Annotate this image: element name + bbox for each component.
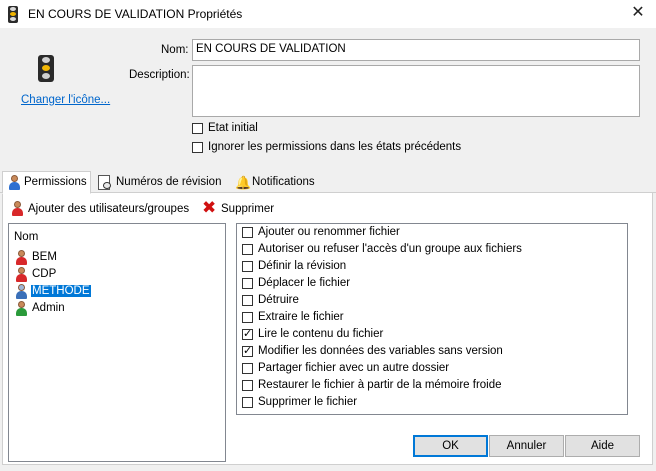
user-name: BEM (32, 251, 57, 263)
add-users-groups-label: Ajouter des utilisateurs/groupes (28, 203, 190, 215)
permission-label: Modifier les données des variables sans … (258, 345, 503, 357)
permission-checkbox[interactable] (242, 380, 253, 391)
remove-label: Supprimer (221, 203, 275, 215)
tab-notifications-label: Notifications (252, 176, 315, 188)
list-item-user[interactable]: BEM (14, 249, 114, 266)
permission-item[interactable]: Déplacer le fichier (240, 275, 620, 292)
permission-label: Autoriser ou refuser l'accès d'un groupe… (258, 243, 522, 255)
permission-checkbox[interactable] (242, 363, 253, 374)
window-title: EN COURS DE VALIDATION Propriétés (28, 7, 243, 21)
tab-notifications[interactable]: 🔔 Notifications (231, 172, 323, 193)
group-icon (14, 267, 29, 282)
permission-item[interactable]: Restaurer le fichier à partir de la mémo… (240, 377, 620, 394)
tab-permissions[interactable]: Permissions (2, 171, 91, 194)
permission-checkbox[interactable] (242, 397, 253, 408)
description-input[interactable] (192, 65, 640, 117)
tab-revision-numbers-label: Numéros de révision (116, 176, 222, 188)
add-user-icon (10, 201, 25, 216)
permission-item[interactable]: Extraire le fichier (240, 309, 620, 326)
permission-checkbox[interactable] (242, 261, 253, 272)
help-button[interactable]: Aide (565, 435, 640, 457)
ok-button[interactable]: OK (413, 435, 488, 457)
initial-state-checkbox[interactable] (192, 123, 203, 134)
state-traffic-light-icon (38, 55, 54, 82)
permission-label: Définir la révision (258, 260, 347, 272)
permission-label: Extraire le fichier (258, 311, 344, 323)
permission-checkbox[interactable] (242, 278, 253, 289)
ignore-permissions-label: Ignorer les permissions dans les états p… (208, 141, 462, 153)
permission-checkbox[interactable] (242, 344, 253, 357)
name-label: Nom: (161, 44, 189, 56)
permission-label: Détruire (258, 294, 299, 306)
tab-revision-numbers[interactable]: Numéros de révision (94, 172, 228, 193)
description-label: Description: (129, 69, 190, 81)
remove-button[interactable]: ✖ Supprimer (202, 198, 275, 218)
permission-item[interactable]: Supprimer le fichier (240, 394, 620, 411)
permission-label: Lire le contenu du fichier (258, 328, 384, 340)
permission-item[interactable]: Modifier les données des variables sans … (240, 343, 620, 360)
list-item-user-selected[interactable]: METHODE (14, 283, 114, 300)
permission-item[interactable]: Définir la révision (240, 258, 620, 275)
permission-item[interactable]: Lire le contenu du fichier (240, 326, 620, 343)
user-name: CDP (32, 268, 57, 280)
permission-item[interactable]: Partager fichier avec un autre dossier (240, 360, 620, 377)
permission-item[interactable]: Ajouter ou renommer fichier (240, 224, 620, 241)
user-name: METHODE (31, 285, 91, 297)
permission-checkbox[interactable] (242, 295, 253, 306)
add-users-groups-button[interactable]: Ajouter des utilisateurs/groupes (9, 200, 195, 218)
user-icon (14, 301, 29, 316)
permission-label: Déplacer le fichier (258, 277, 351, 289)
name-input[interactable]: EN COURS DE VALIDATION (192, 39, 640, 61)
cancel-button[interactable]: Annuler (489, 435, 564, 457)
delete-x-icon: ✖ (202, 198, 217, 217)
users-icon (7, 175, 22, 190)
permission-checkbox[interactable] (242, 327, 253, 340)
list-item-user[interactable]: CDP (14, 266, 114, 283)
permission-checkbox[interactable] (242, 244, 253, 255)
close-icon[interactable]: ✕ (626, 2, 650, 24)
initial-state-label: Etat initial (208, 122, 258, 134)
bell-icon: 🔔 (235, 175, 252, 190)
group-icon (14, 250, 29, 265)
permission-item[interactable]: Détruire (240, 292, 620, 309)
permission-label: Ajouter ou renommer fichier (258, 226, 400, 238)
change-icon-link[interactable]: Changer l'icône... (21, 94, 110, 106)
ignore-permissions-checkbox[interactable] (192, 142, 203, 153)
tab-permissions-label: Permissions (24, 176, 87, 188)
user-name: Admin (32, 302, 65, 314)
users-column-header: Nom (14, 231, 39, 243)
list-item-user[interactable]: Admin (14, 300, 114, 317)
revision-icon (98, 175, 111, 190)
group-icon (14, 284, 29, 299)
traffic-light-icon (8, 6, 18, 23)
permission-label: Restaurer le fichier à partir de la mémo… (258, 379, 502, 391)
permission-item[interactable]: Autoriser ou refuser l'accès d'un groupe… (240, 241, 620, 258)
permission-label: Supprimer le fichier (258, 396, 358, 408)
permission-label: Partager fichier avec un autre dossier (258, 362, 450, 374)
permission-checkbox[interactable] (242, 312, 253, 323)
permission-checkbox[interactable] (242, 227, 253, 238)
